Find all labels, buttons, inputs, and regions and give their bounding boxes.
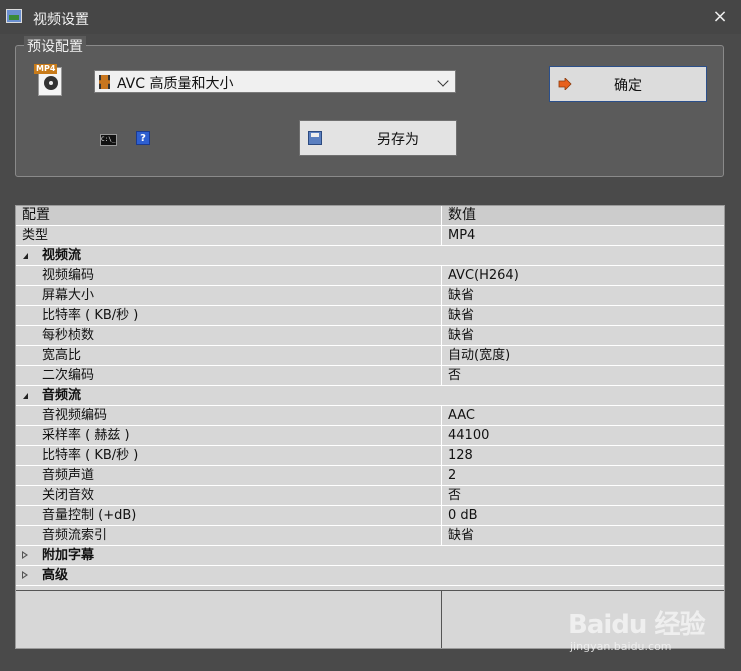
grid-row-value[interactable]: 0 dB	[441, 506, 724, 525]
grid-row-key: 关闭音效	[42, 488, 95, 503]
ok-button[interactable]: 确定	[549, 66, 707, 102]
grid-row-key: 比特率 ( KB/秒 )	[42, 308, 139, 323]
watermark-brand: Baidu 经验	[568, 610, 705, 640]
grid-row-value[interactable]: 缺省	[441, 526, 724, 545]
title-bar: 视频设置 ×	[0, 0, 741, 34]
grid-property-row[interactable]: 屏幕大小 缺省	[16, 286, 724, 306]
mp4-file-icon-tag: MP4	[34, 64, 58, 74]
grid-header-key: 配置	[22, 207, 50, 223]
grid-row-value[interactable]: 否	[441, 486, 724, 505]
close-button[interactable]: ×	[699, 0, 741, 34]
grid-property-row[interactable]: 比特率 ( KB/秒 ) 128	[16, 446, 724, 466]
grid-row-key: 音量控制 (+dB)	[42, 508, 137, 523]
grid-property-row[interactable]: 音视频编码 AAC	[16, 406, 724, 426]
grid-category-row[interactable]: 高级	[16, 566, 724, 586]
grid-header: 配置 数值	[16, 206, 724, 226]
grid-category-row[interactable]: 附加字幕	[16, 546, 724, 566]
save-as-button[interactable]: 另存为	[299, 120, 457, 156]
mp4-file-icon: MP4	[34, 64, 64, 96]
grid-row-value[interactable]: 44100	[441, 426, 724, 445]
grid-row-value[interactable]: 128	[441, 446, 724, 465]
grid-row-key: 二次编码	[42, 368, 95, 383]
command-prompt-icon[interactable]: C:\_	[100, 134, 117, 146]
ok-button-label: 确定	[614, 78, 642, 94]
grid-row-key: 音频流索引	[42, 528, 108, 543]
preset-group-title: 预设配置	[24, 36, 86, 56]
grid-row-value[interactable]: 缺省	[441, 326, 724, 345]
grid-row-key: 视频编码	[42, 268, 95, 283]
grid-row-key: 屏幕大小	[42, 288, 95, 303]
grid-property-row[interactable]: 每秒桢数 缺省	[16, 326, 724, 346]
help-icon[interactable]: ?	[136, 131, 150, 145]
preset-dropdown-value: AVC 高质量和大小	[117, 76, 234, 92]
watermark-url: jingyan.baidu.com	[570, 640, 672, 653]
grid-row-key: 音频流	[42, 388, 82, 403]
grid-row-value[interactable]: 2	[441, 466, 724, 485]
film-icon	[99, 75, 110, 89]
preset-dropdown[interactable]: AVC 高质量和大小	[94, 70, 456, 93]
window-title: 视频设置	[33, 12, 89, 28]
preset-group	[15, 45, 724, 177]
property-grid: 配置 数值 类型 MP4 视频流 视频编码 AVC(H264) 屏幕大小 缺省 比特率 ( K…	[15, 205, 725, 649]
chevron-down-icon[interactable]	[437, 75, 449, 87]
grid-row-value[interactable]: MP4	[441, 226, 724, 245]
grid-property-row[interactable]: 类型 MP4	[16, 226, 724, 246]
grid-row-key: 音频声道	[42, 468, 95, 483]
grid-header-value: 数值	[441, 206, 724, 225]
grid-row-key: 音视频编码	[42, 408, 108, 423]
grid-row-key: 附加字幕	[42, 548, 95, 563]
grid-row-value[interactable]: 缺省	[441, 306, 724, 325]
grid-row-key: 每秒桢数	[42, 328, 95, 343]
grid-row-key: 高级	[42, 568, 69, 583]
grid-row-key: 比特率 ( KB/秒 )	[42, 448, 139, 463]
grid-property-row[interactable]: 音频流索引 缺省	[16, 526, 724, 546]
grid-property-row[interactable]: 二次编码 否	[16, 366, 724, 386]
save-as-button-label: 另存为	[377, 132, 419, 148]
grid-row-key: 视频流	[42, 248, 82, 263]
collapse-triangle-icon[interactable]	[23, 393, 28, 399]
grid-row-value[interactable]: 缺省	[441, 286, 724, 305]
grid-property-row[interactable]: 采样率 ( 赫兹 ) 44100	[16, 426, 724, 446]
grid-category-row[interactable]: 音频流	[16, 386, 724, 406]
grid-property-row[interactable]: 音量控制 (+dB) 0 dB	[16, 506, 724, 526]
grid-property-row[interactable]: 视频编码 AVC(H264)	[16, 266, 724, 286]
grid-row-value[interactable]: AVC(H264)	[441, 266, 724, 285]
collapse-triangle-icon[interactable]	[23, 253, 28, 259]
grid-row-key: 采样率 ( 赫兹 )	[42, 428, 130, 443]
grid-row-value[interactable]: 自动(宽度)	[441, 346, 724, 365]
grid-property-row[interactable]: 音频声道 2	[16, 466, 724, 486]
grid-row-value[interactable]: AAC	[441, 406, 724, 425]
expand-triangle-icon[interactable]	[22, 551, 28, 559]
grid-property-row[interactable]: 宽高比 自动(宽度)	[16, 346, 724, 366]
app-image-icon	[6, 9, 22, 23]
grid-row-key: 宽高比	[42, 348, 82, 363]
grid-property-row[interactable]: 关闭音效 否	[16, 486, 724, 506]
grid-row-key: 类型	[22, 228, 49, 243]
grid-property-row[interactable]: 比特率 ( KB/秒 ) 缺省	[16, 306, 724, 326]
expand-triangle-icon[interactable]	[22, 571, 28, 579]
grid-row-value[interactable]: 否	[441, 366, 724, 385]
baidu-watermark: Baidu 经验 jingyan.baidu.com	[568, 600, 728, 660]
grid-category-row[interactable]: 视频流	[16, 246, 724, 266]
